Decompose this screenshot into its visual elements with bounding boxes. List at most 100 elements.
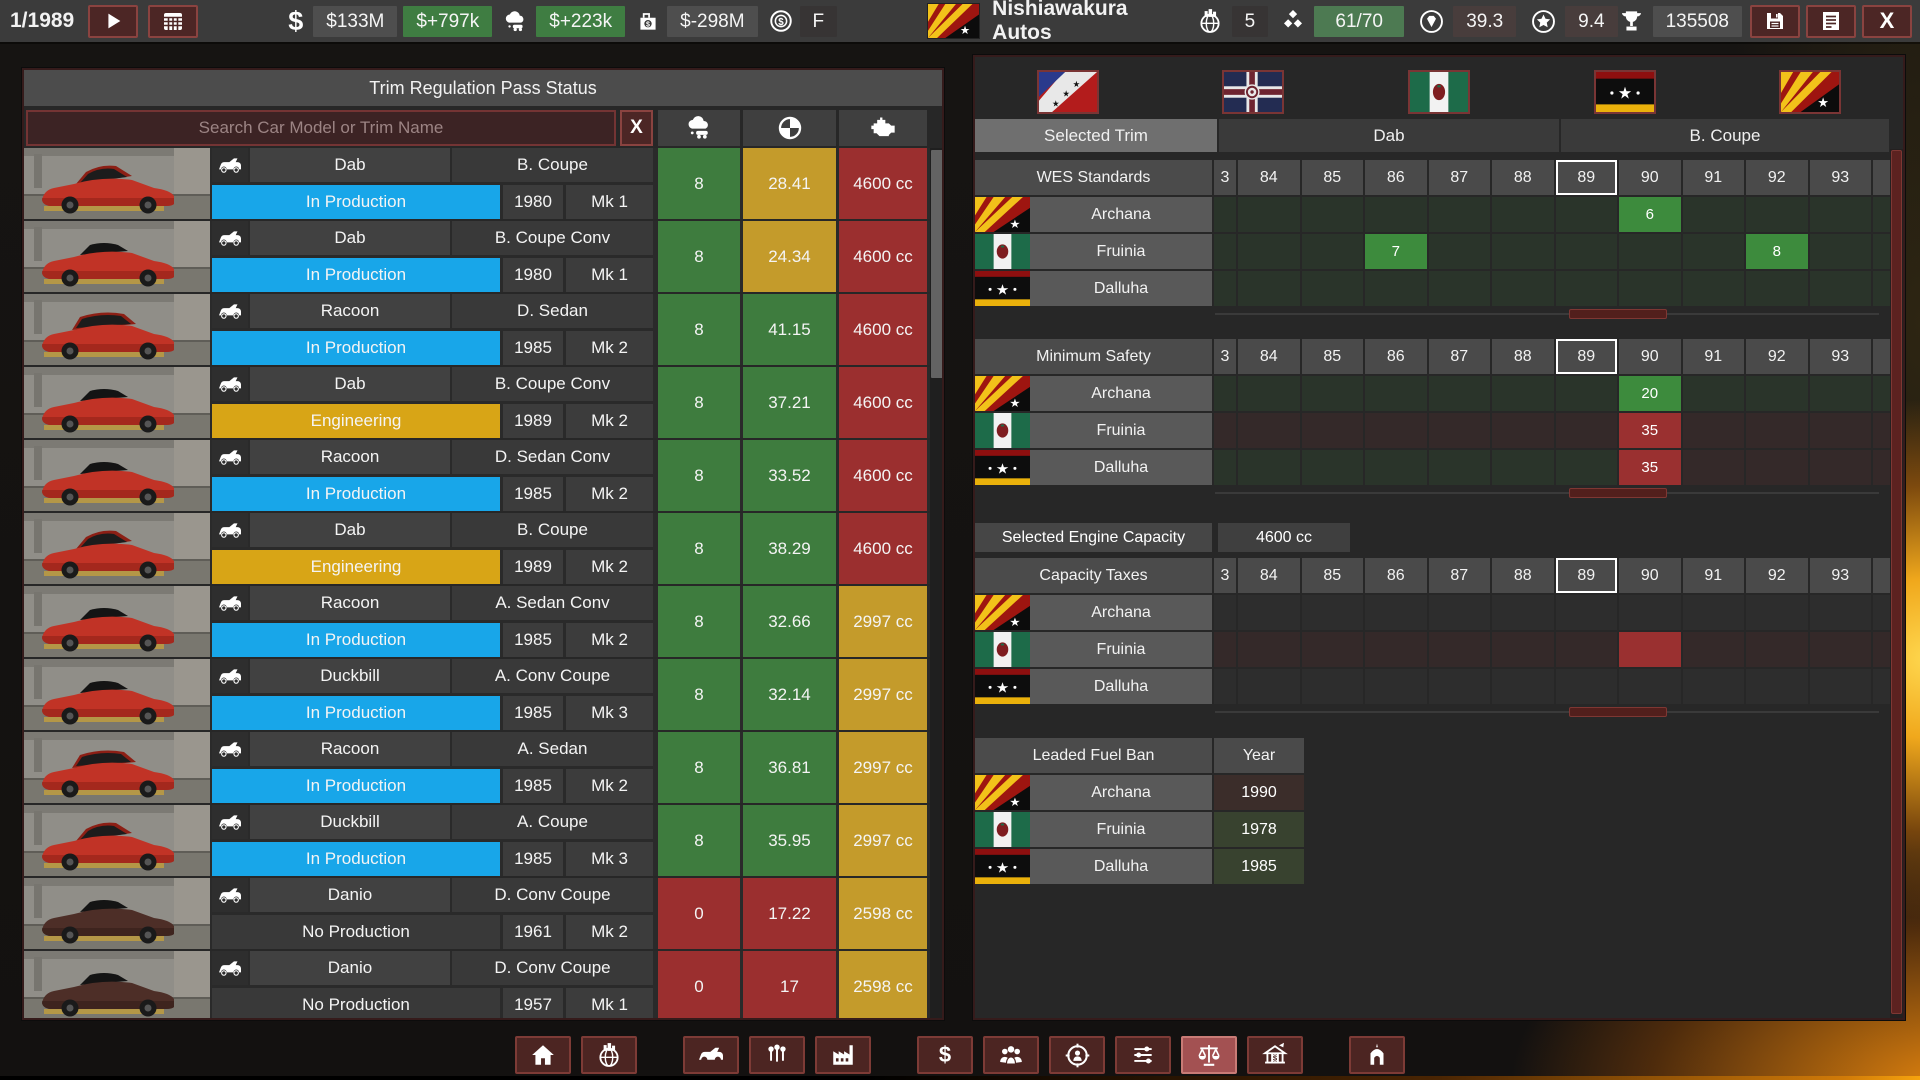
car-thumbnail <box>24 294 210 365</box>
reg-cell-89 <box>1556 413 1618 448</box>
list-item[interactable]: DanioD. Conv CoupeNo Production1957Mk 10… <box>24 951 944 1020</box>
market-flag-diagstars[interactable]: ★ ★ ★ <box>1037 70 1099 114</box>
model-name: Dab <box>250 513 450 547</box>
capacity-value: 2997 cc <box>839 805 927 876</box>
headquarters-icon <box>1364 1041 1390 1069</box>
list-item[interactable]: DuckbillA. Conv CoupeIn Production1985Mk… <box>24 659 944 730</box>
reg-cell <box>1214 450 1236 485</box>
reg-cell-90: 6 <box>1619 197 1681 232</box>
list-item[interactable]: DanioD. Conv CoupeNo Production1961Mk 20… <box>24 878 944 949</box>
list-scrollbar-thumb[interactable] <box>931 150 943 378</box>
toolbar-components-button[interactable] <box>749 1036 805 1074</box>
market-flag-archana[interactable]: ★ <box>1779 70 1841 114</box>
save-button[interactable] <box>1750 5 1800 38</box>
toolbar-home-button[interactable] <box>515 1036 571 1074</box>
personnel-icon <box>997 1042 1025 1068</box>
game-screen: 1/1989 $ $133M $+797k $+223k $ $-298M $ … <box>0 0 1920 1080</box>
country-row: Fruinia78 <box>975 234 1893 269</box>
toolbar-settings-button[interactable] <box>1115 1036 1171 1074</box>
toolbar-marketing-button[interactable] <box>1049 1036 1105 1074</box>
close-button[interactable]: X <box>1862 5 1912 38</box>
list-item[interactable]: RacoonA. SedanIn Production1985Mk 2836.8… <box>24 732 944 803</box>
car-type-icon <box>212 878 248 912</box>
reg-cell-84 <box>1238 595 1300 630</box>
table-scrollbar[interactable] <box>975 309 1893 320</box>
trim-name: D. Conv Coupe <box>452 878 653 912</box>
list-item[interactable]: DabB. CoupeEngineering1989Mk 2838.294600… <box>24 513 944 584</box>
svg-text:$: $ <box>646 21 650 28</box>
table-title: WES Standards <box>975 160 1212 195</box>
list-item[interactable]: DuckbillA. CoupeIn Production1985Mk 3835… <box>24 805 944 876</box>
components-icon <box>764 1042 790 1068</box>
trim-mark: Mk 1 <box>566 185 653 219</box>
toolbar-finances-button[interactable]: $ <box>917 1036 973 1074</box>
model-name: Racoon <box>250 732 450 766</box>
list-item[interactable]: DabB. Coupe ConvEngineering1989Mk 2837.2… <box>24 367 944 438</box>
country-label: ★ Dalluha <box>975 669 1212 704</box>
table-scrollbar[interactable] <box>975 488 1893 499</box>
market-flag-naval[interactable] <box>1222 70 1284 114</box>
main-toolbar: $$ <box>0 1034 1920 1076</box>
cash-value: $133M <box>313 6 397 37</box>
table-scrollbar-thumb[interactable] <box>1569 309 1667 319</box>
market-flag-fruinia[interactable] <box>1408 70 1470 114</box>
trim-name: B. Coupe Conv <box>452 221 653 255</box>
reg-cell-92 <box>1746 197 1808 232</box>
reg-cell-93 <box>1810 271 1872 306</box>
reg-cell-87 <box>1429 595 1491 630</box>
trim-year: 1985 <box>503 477 563 511</box>
panel-scrollbar-thumb[interactable] <box>1891 150 1902 1014</box>
country-flag-dalluha: ★ <box>975 271 1030 306</box>
year-header-88: 88 <box>1492 160 1554 195</box>
trim-mark: Mk 2 <box>566 331 653 365</box>
toolbar-car-button[interactable] <box>683 1036 739 1074</box>
table-scrollbar[interactable] <box>975 707 1893 718</box>
list-item[interactable]: RacoonD. SedanIn Production1985Mk 2841.1… <box>24 294 944 365</box>
clear-search-button[interactable]: X <box>620 110 653 146</box>
emissions-value: 8 <box>658 732 740 803</box>
list-scrollbar[interactable] <box>930 148 944 1020</box>
toolbar-regulations-button[interactable] <box>1181 1036 1237 1074</box>
list-item[interactable]: DabB. CoupeIn Production1980Mk 1828.4146… <box>24 148 944 219</box>
table-scrollbar-thumb[interactable] <box>1569 488 1667 498</box>
panel-scrollbar[interactable] <box>1890 149 1903 1018</box>
factory-icon <box>829 1042 857 1068</box>
market-flag-dalluha[interactable]: ★ <box>1594 70 1656 114</box>
play-button[interactable] <box>88 5 138 38</box>
year-header-93: 93 <box>1810 558 1872 593</box>
emissions-value: 8 <box>658 586 740 657</box>
list-item[interactable]: DabB. Coupe ConvIn Production1980Mk 1824… <box>24 221 944 292</box>
reg-cell <box>1214 234 1236 269</box>
toolbar-personnel-button[interactable] <box>983 1036 1039 1074</box>
toolbar-globe-city-button[interactable] <box>581 1036 637 1074</box>
list-item[interactable]: RacoonD. Sedan ConvIn Production1985Mk 2… <box>24 440 944 511</box>
toolbar-factory-button[interactable] <box>815 1036 871 1074</box>
reg-cell-88 <box>1492 669 1554 704</box>
reports-button[interactable] <box>1806 5 1856 38</box>
car-type-icon <box>212 586 248 620</box>
toolbar-stock-market-button[interactable]: $ <box>1247 1036 1303 1074</box>
finances-icon: $ <box>933 1042 957 1068</box>
reg-cell-86: 7 <box>1365 234 1427 269</box>
country-flag-archana: ★ <box>975 376 1030 411</box>
year-header-91: 91 <box>1683 160 1745 195</box>
search-input[interactable] <box>26 110 616 146</box>
trim-year: 1989 <box>503 404 563 438</box>
table-header-row: Capacity Taxes384858687888990919293 <box>975 558 1893 593</box>
country-name: Fruinia <box>1030 413 1212 448</box>
cash-icon: $ <box>288 6 303 37</box>
table-scrollbar-thumb[interactable] <box>1569 707 1667 717</box>
model-name: Racoon <box>250 294 450 328</box>
production-status: In Production <box>212 842 500 876</box>
trim-mark: Mk 3 <box>566 696 653 730</box>
year-header-90: 90 <box>1619 558 1681 593</box>
production-status: Engineering <box>212 550 500 584</box>
trim-year: 1980 <box>503 258 563 292</box>
country-name: Fruinia <box>1030 812 1212 847</box>
toolbar-headquarters-button[interactable] <box>1349 1036 1405 1074</box>
capacity-value: 2997 cc <box>839 659 927 730</box>
reg-cell-92 <box>1746 450 1808 485</box>
calendar-button[interactable] <box>148 5 198 38</box>
reg-cell-91 <box>1683 595 1745 630</box>
list-item[interactable]: RacoonA. Sedan ConvIn Production1985Mk 2… <box>24 586 944 657</box>
